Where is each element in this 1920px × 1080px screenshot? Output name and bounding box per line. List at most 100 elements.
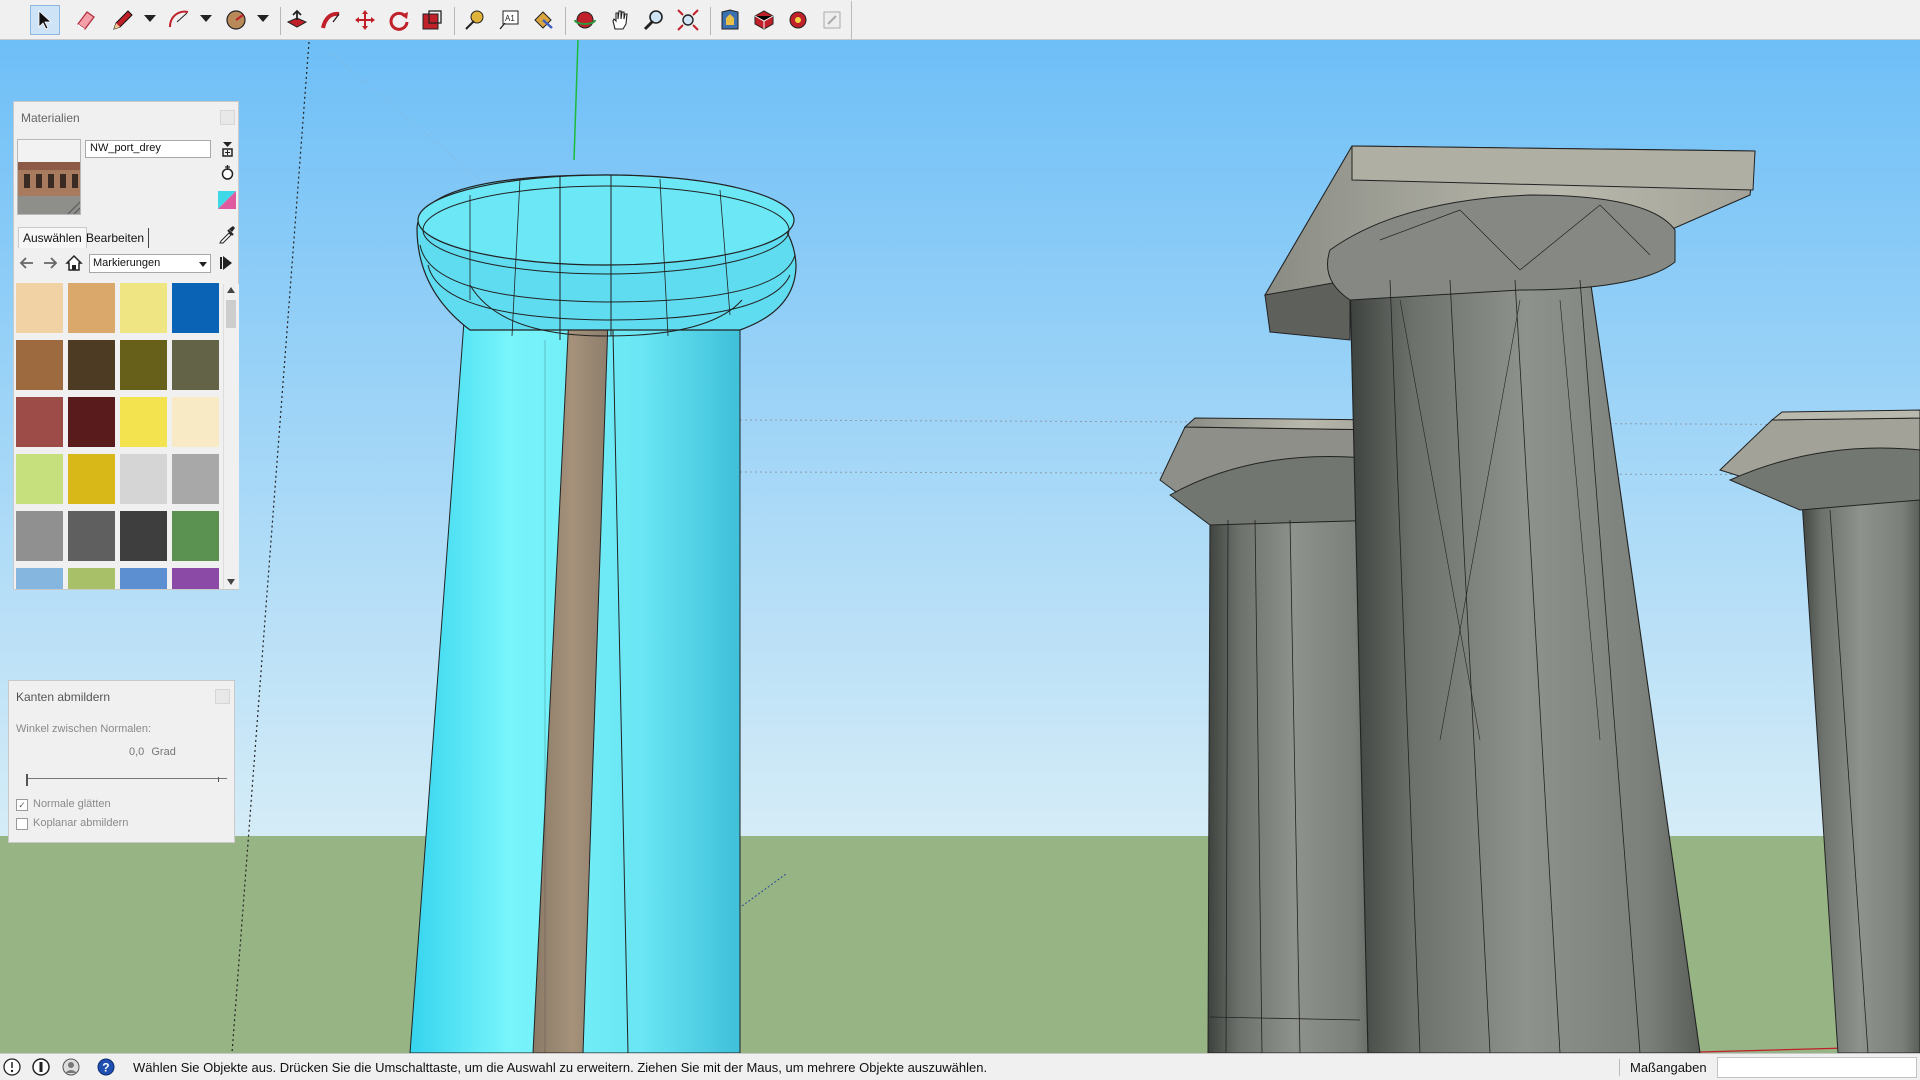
model-scene[interactable] [0, 40, 1920, 1053]
extension-manager-button[interactable] [783, 5, 813, 35]
material-swatch[interactable] [120, 511, 167, 561]
scroll-up-icon[interactable] [227, 287, 235, 293]
material-swatch[interactable] [16, 340, 63, 390]
material-swatch[interactable] [120, 568, 167, 589]
scroll-thumb[interactable] [226, 300, 236, 328]
measurements-label: Maßangaben [1630, 1060, 1707, 1075]
extension-warehouse-button[interactable] [749, 5, 779, 35]
material-name-field[interactable]: NW_port_drey [85, 140, 211, 158]
status-message: Wählen Sie Objekte aus. Drücken Sie die … [133, 1060, 988, 1075]
geolocation-status-button[interactable] [3, 1058, 21, 1076]
measurements-input[interactable] [1717, 1057, 1917, 1078]
material-swatch[interactable] [68, 397, 115, 447]
move-tool-button[interactable] [350, 5, 380, 35]
scale-tool-button[interactable] [417, 5, 447, 35]
back-button[interactable] [18, 254, 36, 272]
material-swatch[interactable] [16, 568, 63, 589]
material-swatch[interactable] [16, 397, 63, 447]
line-tool-button[interactable] [108, 5, 138, 35]
arc-tool-dropdown[interactable] [200, 15, 212, 22]
material-swatch[interactable] [120, 454, 167, 504]
material-swatch[interactable] [172, 454, 219, 504]
3d-warehouse-button[interactable] [715, 5, 745, 35]
tape-measure-tool-button[interactable] [460, 5, 490, 35]
tab-auswaehlen[interactable]: Auswählen [18, 227, 87, 248]
select-tool-button[interactable] [30, 5, 60, 35]
details-button[interactable] [218, 254, 236, 272]
material-swatch[interactable] [172, 511, 219, 561]
material-swatch[interactable] [172, 283, 219, 333]
materials-panel-close-button[interactable] [220, 110, 235, 125]
3d-viewport[interactable] [0, 40, 1920, 1053]
extension-icon [754, 10, 774, 30]
arc-tool-button[interactable] [164, 5, 194, 35]
shapes-tool-dropdown[interactable] [257, 15, 269, 22]
sample-paint-button[interactable] [218, 224, 236, 244]
soften-edges-panel: Kanten abmildern Winkel zwischen Normale… [8, 680, 235, 843]
material-swatch[interactable] [16, 511, 63, 561]
push-pull-tool-button[interactable] [282, 5, 312, 35]
orbit-tool-button[interactable] [570, 5, 600, 35]
circle-icon [226, 10, 246, 30]
zoom-extents-tool-button[interactable] [673, 5, 703, 35]
home-button[interactable] [65, 254, 83, 272]
zoom-icon [643, 10, 663, 31]
materials-panel: Materialien NW_port_drey Auswählen Bearb… [13, 101, 239, 590]
material-swatch[interactable] [68, 454, 115, 504]
home-icon [65, 254, 83, 271]
pan-tool-button[interactable] [605, 5, 635, 35]
material-swatch[interactable] [16, 283, 63, 333]
follow-me-tool-button[interactable] [316, 5, 346, 35]
tape-measure-icon [465, 10, 484, 30]
angle-slider-track[interactable] [27, 778, 227, 779]
swatch-scrollbar[interactable] [223, 284, 239, 589]
smooth-normals-checkbox[interactable]: ✓ [16, 799, 28, 811]
shapes-tool-button[interactable] [221, 5, 251, 35]
reset-color-button[interactable] [218, 191, 236, 209]
zoom-tool-button[interactable] [639, 5, 669, 35]
svg-text:?: ? [102, 1061, 109, 1075]
instructor-button[interactable]: ? [97, 1058, 115, 1076]
scale-icon [422, 10, 442, 30]
material-swatch[interactable] [68, 568, 115, 589]
material-preview [17, 139, 81, 215]
material-swatch[interactable] [68, 283, 115, 333]
selected-column[interactable] [409, 174, 797, 1053]
text-tool-button[interactable]: A1 [494, 5, 524, 35]
zoom-extents-icon [677, 9, 699, 31]
paint-bucket-icon [534, 11, 553, 29]
soften-coplanar-label: Koplanar abmildern [33, 817, 129, 829]
main-toolbar: A1 [0, 0, 1920, 40]
eyedropper-icon [219, 226, 235, 244]
svg-text:A1: A1 [505, 14, 515, 23]
layout-icon [823, 11, 841, 29]
tab-bearbeiten[interactable]: Bearbeiten [82, 228, 150, 248]
material-swatch[interactable] [172, 397, 219, 447]
forward-button[interactable] [41, 254, 59, 272]
eraser-tool-button[interactable] [71, 5, 101, 35]
credits-status-button[interactable] [32, 1058, 50, 1076]
rotate-tool-button[interactable] [384, 5, 414, 35]
angle-slider-thumb[interactable] [26, 774, 28, 786]
user-status-button[interactable] [62, 1058, 80, 1076]
library-select[interactable]: Markierungen [89, 254, 211, 273]
scroll-down-icon[interactable] [227, 579, 235, 585]
material-swatch[interactable] [68, 340, 115, 390]
material-swatch-grid [16, 283, 236, 589]
display-secondary-pane-button[interactable] [220, 140, 235, 157]
line-tool-dropdown[interactable] [144, 15, 156, 22]
create-material-button[interactable] [220, 164, 235, 181]
material-swatch[interactable] [68, 511, 115, 561]
geolocation-icon [3, 1058, 21, 1076]
soften-coplanar-checkbox[interactable] [16, 818, 28, 830]
material-swatch[interactable] [172, 340, 219, 390]
material-swatch[interactable] [16, 454, 63, 504]
material-swatch[interactable] [172, 568, 219, 589]
send-to-layout-button[interactable] [817, 5, 847, 35]
material-swatch[interactable] [120, 397, 167, 447]
material-swatch[interactable] [120, 340, 167, 390]
paint-bucket-tool-button[interactable] [528, 5, 558, 35]
soften-panel-close-button[interactable] [215, 689, 230, 704]
warehouse-icon [721, 9, 739, 30]
material-swatch[interactable] [120, 283, 167, 333]
